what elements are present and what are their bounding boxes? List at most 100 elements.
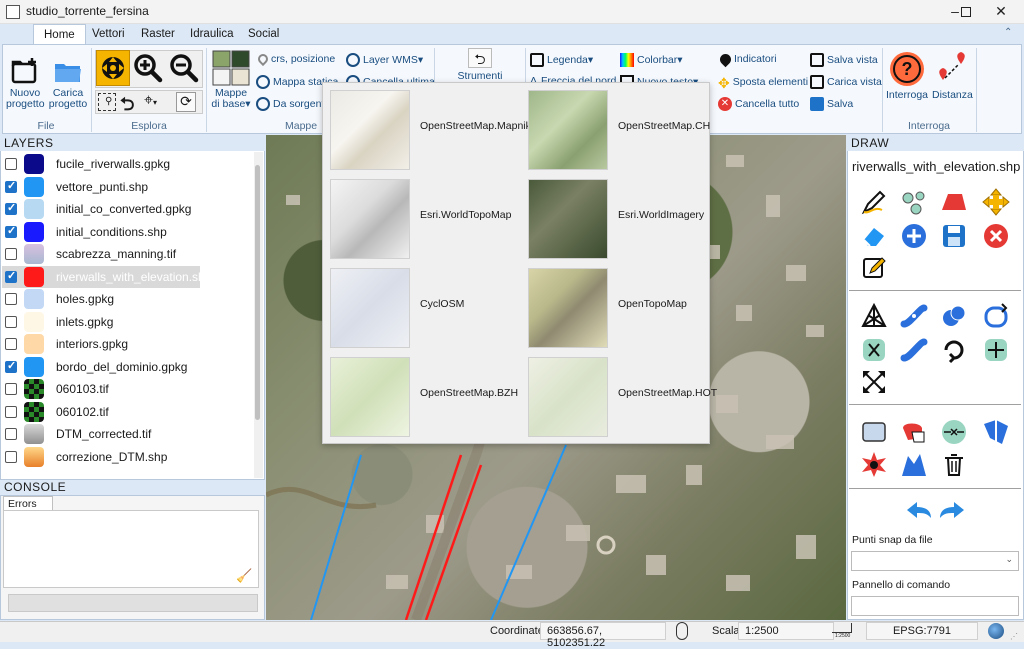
clear-console-button[interactable]: 🧹 [236, 568, 254, 586]
rotate-button[interactable] [940, 336, 968, 364]
locate-button[interactable]: ⌖▾ [144, 92, 157, 110]
layer-color-swatch-icon[interactable] [24, 401, 44, 422]
layer-row[interactable]: inlets.gpkg [2, 311, 254, 333]
basemap-thumbnail[interactable] [330, 357, 410, 437]
triangulate-button[interactable] [860, 302, 888, 330]
console-input[interactable] [8, 594, 258, 612]
layer-visibility-checkbox[interactable] [5, 158, 17, 170]
snap-points-select[interactable]: ⌄ [851, 551, 1019, 571]
layer-visibility-checkbox[interactable] [5, 338, 17, 350]
eraser-button[interactable] [860, 222, 888, 250]
tab-home[interactable]: Home [33, 24, 86, 44]
basemap-option[interactable]: Esri.WorldTopoMap [324, 171, 520, 260]
layer-row[interactable]: holes.gpkg [2, 288, 254, 310]
crs-position-button[interactable]: crs, posizione [255, 52, 335, 67]
layer-color-swatch-icon[interactable] [24, 244, 44, 264]
split-polygon-button[interactable] [900, 336, 928, 364]
layer-color-swatch-icon[interactable] [24, 379, 44, 399]
cut-button[interactable] [860, 336, 888, 364]
zoom-out-button[interactable] [168, 52, 200, 84]
layer-color-swatch-icon[interactable] [24, 424, 44, 444]
query-button[interactable]: ? Interroga [885, 50, 929, 101]
layer-visibility-checkbox[interactable] [5, 224, 17, 238]
basemap-thumbnail[interactable] [330, 179, 410, 259]
delete-feature-button[interactable] [940, 450, 968, 478]
layer-visibility-checkbox[interactable] [5, 179, 17, 193]
layer-visibility-checkbox[interactable] [5, 359, 17, 373]
move-vertex-button[interactable] [982, 336, 1010, 364]
layer-visibility-checkbox[interactable] [5, 405, 17, 418]
new-project-button[interactable]: Nuovo progetto [6, 56, 45, 110]
distance-button[interactable]: Distanza [932, 50, 973, 101]
layer-row[interactable]: interiors.gpkg [2, 333, 254, 355]
split-shape-button[interactable] [982, 418, 1010, 446]
layer-row[interactable]: initial_co_converted.gpkg [2, 198, 254, 220]
layer-visibility-checkbox[interactable] [5, 248, 17, 260]
layer-row[interactable]: 060102.tif [2, 401, 254, 423]
layer-row[interactable]: 060103.tif [2, 378, 254, 400]
select-feature-button[interactable] [900, 418, 928, 446]
edit-attributes-button[interactable] [860, 254, 888, 282]
layer-visibility-checkbox[interactable] [5, 450, 17, 463]
layer-color-swatch-icon[interactable] [24, 266, 44, 287]
tab-idraulica[interactable]: Idraulica [180, 24, 243, 44]
layer-row[interactable]: vettore_punti.shp [2, 176, 254, 198]
layer-color-swatch-icon[interactable] [24, 176, 44, 197]
layers-scrollbar-thumb[interactable] [255, 165, 260, 420]
layer-row[interactable]: fucile_riverwalls.gpkg [2, 153, 254, 175]
points-button[interactable] [900, 188, 928, 216]
collapse-ribbon-icon[interactable]: ⌃ [1004, 27, 1012, 38]
layer-color-swatch-icon[interactable] [24, 154, 44, 174]
layer-visibility-checkbox[interactable] [5, 315, 17, 328]
reshape-button[interactable] [982, 302, 1010, 330]
errors-log-tab[interactable]: Errors log [3, 496, 53, 524]
colorbar-button[interactable]: Colorbar▾ [620, 53, 683, 67]
cancel-edits-button[interactable] [982, 222, 1010, 250]
layer-visibility-checkbox[interactable] [5, 428, 17, 440]
basemap-option[interactable]: CyclOSM [324, 260, 520, 349]
add-feature-button[interactable] [900, 222, 928, 250]
zoom-in-button[interactable] [132, 52, 164, 84]
merge-button[interactable] [940, 302, 968, 330]
fill-holes-button[interactable] [900, 450, 928, 478]
select-area-button[interactable] [860, 418, 888, 446]
save-button[interactable]: Salva [810, 97, 853, 111]
layer-visibility-checkbox[interactable] [5, 201, 17, 215]
save-edits-button[interactable] [940, 222, 968, 250]
from-source-button[interactable]: Da sorgente [256, 97, 330, 111]
layer-color-swatch-icon[interactable] [24, 311, 44, 332]
basemap-thumbnail[interactable] [528, 179, 608, 259]
basemap-thumbnail[interactable] [528, 90, 608, 170]
explode-button[interactable] [860, 450, 888, 478]
basemap-option[interactable]: OpenStreetMap.HOT [522, 349, 718, 438]
layer-color-swatch-icon[interactable] [24, 356, 44, 377]
main-tools-back-button[interactable]: ⮌ [468, 48, 492, 68]
basemap-option[interactable]: OpenTopoMap [522, 260, 718, 349]
move-elements-button[interactable]: ✥ Sposta elementi [718, 75, 808, 91]
indicators-button[interactable]: Indicatori [717, 51, 777, 67]
pan-button[interactable] [96, 50, 130, 86]
refresh-button[interactable]: ⟳ [176, 92, 196, 112]
close-button[interactable]: ✕ [978, 0, 1024, 24]
basemap-thumbnail[interactable] [330, 90, 410, 170]
freehand-draw-button[interactable] [860, 188, 888, 216]
layer-color-swatch-icon[interactable] [24, 289, 44, 309]
basemap-option[interactable]: OpenStreetMap.Mapnik [324, 82, 531, 171]
epsg-field[interactable]: EPSG:7791 [866, 622, 978, 640]
basemap-option[interactable]: OpenStreetMap.BZH [324, 349, 520, 438]
save-view-button[interactable]: Salva vista [810, 53, 878, 67]
undo-button[interactable] [905, 500, 933, 520]
console-output[interactable] [3, 510, 259, 588]
zoom-box-button[interactable]: ⚲ [98, 93, 116, 111]
split-line-button[interactable] [900, 302, 928, 330]
layer-visibility-checkbox[interactable] [5, 269, 17, 283]
layer-color-swatch-icon[interactable] [24, 446, 44, 467]
load-project-button[interactable]: Carica progetto [46, 56, 90, 110]
layer-visibility-checkbox[interactable] [5, 293, 17, 305]
load-view-button[interactable]: Carica vista [810, 75, 882, 89]
layer-color-swatch-icon[interactable] [24, 221, 44, 242]
wms-layer-button[interactable]: Layer WMS▾ [346, 53, 423, 67]
tab-social[interactable]: Social [238, 24, 289, 44]
redo-button[interactable] [938, 500, 966, 520]
scale-button[interactable] [860, 368, 888, 396]
